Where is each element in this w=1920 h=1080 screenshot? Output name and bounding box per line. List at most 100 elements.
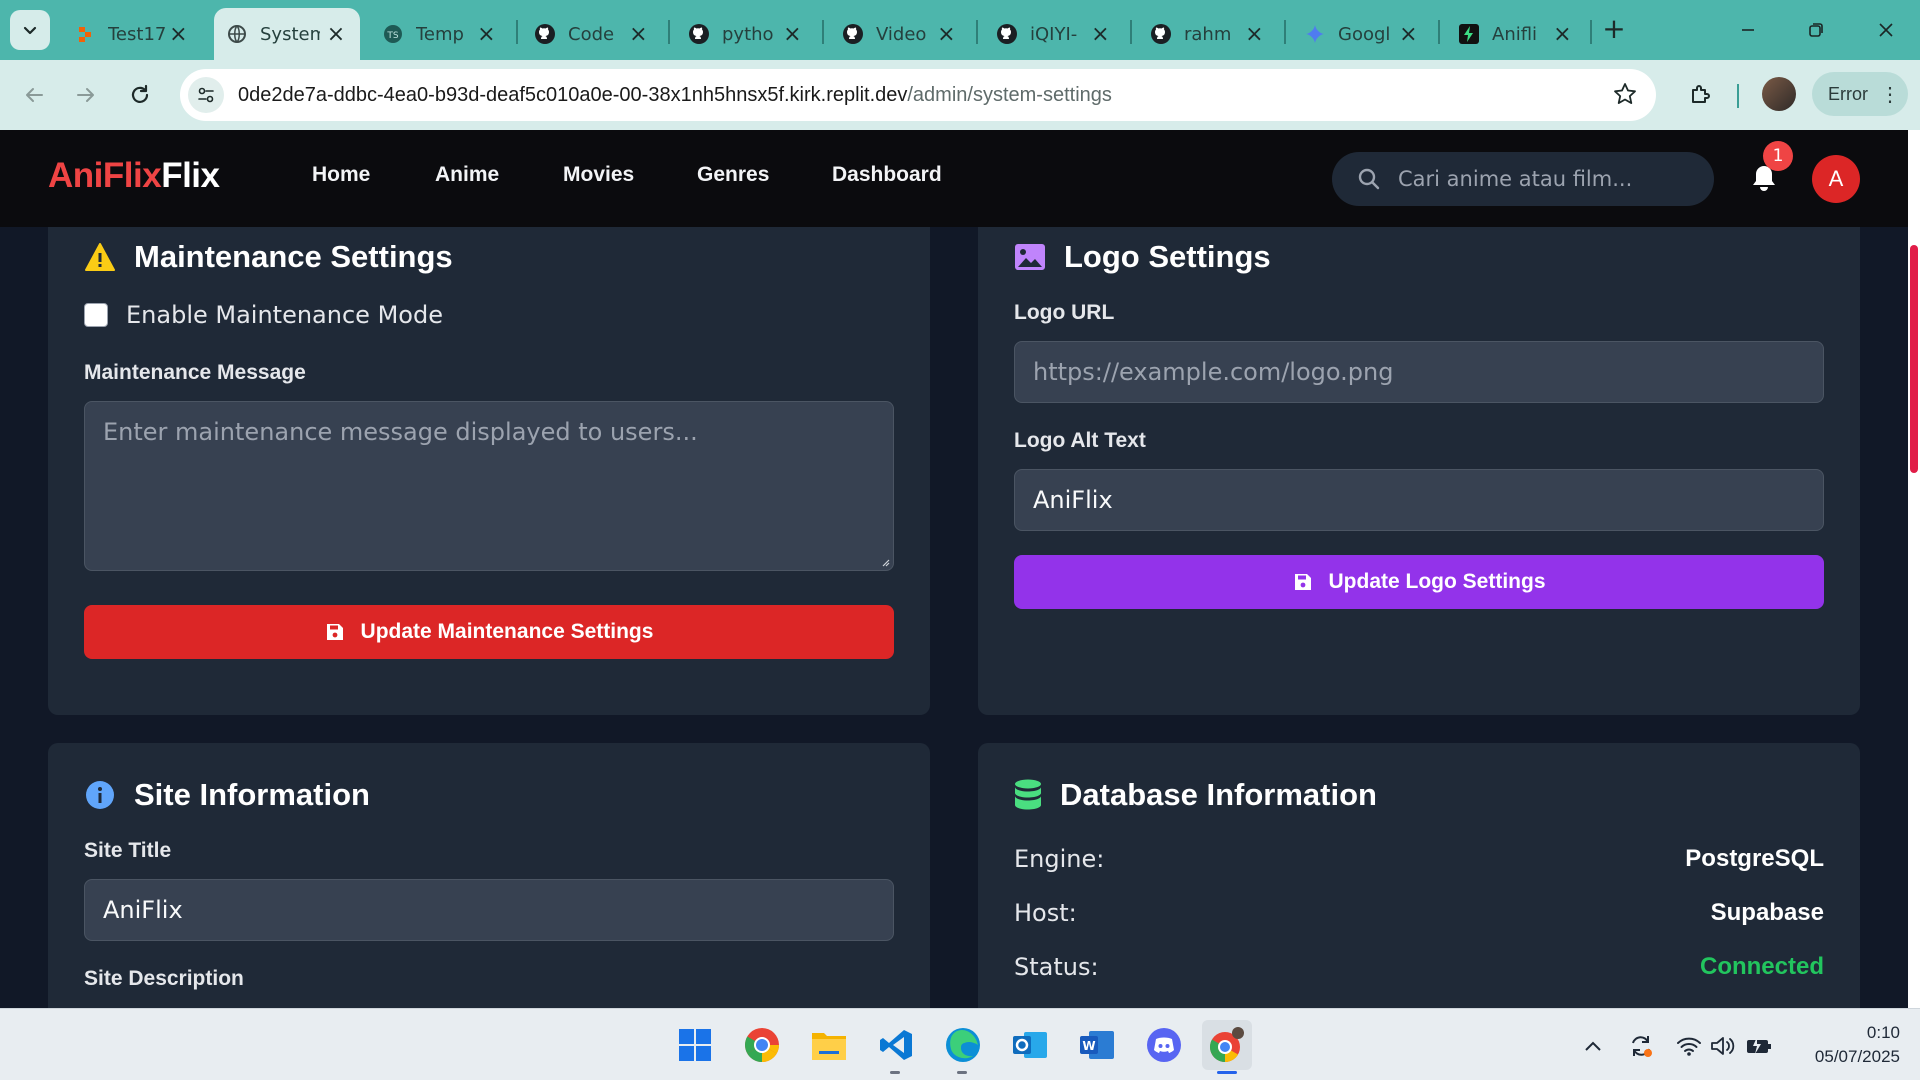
update-logo-button[interactable]: Update Logo Settings — [1014, 555, 1824, 609]
toolbar-divider — [1737, 84, 1739, 108]
nav-link-dashboard[interactable]: Dashboard — [832, 163, 942, 187]
replit-icon — [74, 23, 96, 45]
close-icon[interactable]: × — [475, 22, 498, 47]
chrome-profile-icon[interactable] — [1202, 1020, 1252, 1070]
brand-logo[interactable]: AniFlixFlix — [48, 156, 220, 196]
update-maintenance-button[interactable]: Update Maintenance Settings — [84, 605, 894, 659]
close-icon[interactable]: × — [324, 22, 348, 47]
app-navbar: AniFlixFlix Home Anime Movies Genres Das… — [0, 130, 1908, 227]
vscode-icon[interactable] — [874, 1023, 918, 1067]
extensions-button[interactable] — [1680, 75, 1720, 115]
browser-tab[interactable]: rahm × — [1138, 8, 1278, 60]
browser-tab[interactable]: Video × — [830, 8, 970, 60]
card-title: Maintenance Settings — [84, 239, 453, 275]
minimize-button[interactable] — [1728, 10, 1768, 50]
bookmark-star-icon[interactable] — [1612, 81, 1638, 111]
browser-tab[interactable]: Anifli × — [1446, 8, 1586, 60]
page-scrollbar-thumb[interactable] — [1910, 245, 1918, 473]
logo-url-label: Logo URL — [1014, 301, 1115, 324]
maintenance-message-textarea[interactable] — [85, 402, 893, 570]
browser-tab-active[interactable]: System × — [214, 8, 360, 60]
nav-link-anime[interactable]: Anime — [435, 163, 499, 187]
chrome-icon[interactable] — [740, 1023, 784, 1067]
edge-icon[interactable] — [941, 1023, 985, 1067]
word-icon[interactable]: W — [1075, 1023, 1119, 1067]
user-avatar[interactable]: A — [1812, 155, 1860, 203]
close-icon[interactable]: × — [167, 22, 190, 47]
maintenance-toggle-row[interactable]: Enable Maintenance Mode — [84, 301, 443, 329]
clock-time: 0:10 — [1866, 1023, 1900, 1042]
restore-icon — [1809, 23, 1823, 37]
nav-link-genres[interactable]: Genres — [697, 163, 769, 187]
tab-title: Code — [568, 23, 615, 45]
error-menu-button[interactable]: Error ⋮ — [1812, 72, 1908, 116]
close-icon[interactable]: × — [935, 22, 958, 47]
db-info-key: Status: — [1014, 953, 1099, 981]
windows-start-icon[interactable] — [673, 1023, 717, 1067]
close-icon[interactable]: × — [1397, 22, 1420, 47]
address-bar[interactable]: 0de2de7a-ddbc-4ea0-b93d-deaf5c010a0e-00-… — [180, 69, 1656, 121]
database-icon — [1014, 779, 1042, 811]
resize-grip-icon[interactable] — [880, 557, 890, 567]
notification-count-badge: 1 — [1763, 141, 1793, 171]
minimize-icon — [1742, 29, 1754, 31]
db-info-row-status: Status: Connected — [1014, 949, 1824, 985]
tab-title: Googl — [1338, 23, 1391, 45]
tab-separator — [822, 20, 824, 44]
reload-button[interactable] — [120, 75, 160, 115]
wifi-icon[interactable] — [1674, 1031, 1704, 1061]
sync-icon[interactable] — [1626, 1031, 1656, 1061]
profile-avatar[interactable] — [1762, 77, 1796, 111]
tab-title: iQIYI- — [1030, 23, 1078, 45]
browser-tab[interactable]: Googl × — [1292, 8, 1432, 60]
running-indicator — [890, 1071, 900, 1074]
tab-separator — [1438, 20, 1440, 44]
close-icon[interactable]: × — [781, 22, 804, 47]
file-explorer-icon[interactable] — [807, 1023, 851, 1067]
volume-icon[interactable] — [1708, 1031, 1738, 1061]
forward-button[interactable] — [66, 75, 106, 115]
site-info-icon[interactable] — [188, 77, 224, 113]
discord-icon[interactable] — [1142, 1023, 1186, 1067]
globe-icon — [226, 23, 248, 45]
battery-icon[interactable] — [1744, 1031, 1774, 1061]
close-icon[interactable]: × — [1243, 22, 1266, 47]
info-icon — [84, 779, 116, 811]
close-icon[interactable]: × — [1089, 22, 1112, 47]
search-input[interactable] — [1398, 167, 1698, 191]
maintenance-mode-checkbox[interactable] — [84, 303, 108, 327]
back-button[interactable] — [14, 75, 54, 115]
database-information-card: Database Information Engine: PostgreSQL … — [978, 743, 1860, 1008]
close-icon[interactable]: × — [627, 22, 650, 47]
site-title-field[interactable]: AniFlix — [84, 879, 894, 941]
logo-url-field[interactable] — [1014, 341, 1824, 403]
logo-url-input[interactable] — [1033, 358, 1805, 386]
browser-tab[interactable]: Test17 × — [62, 8, 202, 60]
chevron-up-icon[interactable] — [1578, 1031, 1608, 1061]
github-icon — [996, 23, 1018, 45]
new-tab-button[interactable]: + — [1598, 14, 1630, 46]
browser-tab[interactable]: iQIYI- × — [984, 8, 1124, 60]
restore-button[interactable] — [1796, 10, 1836, 50]
site-information-title: Site Information — [134, 777, 370, 812]
outlook-icon[interactable] — [1008, 1023, 1052, 1067]
close-window-button[interactable] — [1866, 10, 1906, 50]
browser-tab[interactable]: TS Temp × — [370, 8, 510, 60]
logo-settings-card: Logo Settings Logo URL Logo Alt Text Ani… — [978, 227, 1860, 715]
maintenance-message-field[interactable] — [84, 401, 894, 571]
gemini-icon — [1304, 23, 1326, 45]
search-box[interactable] — [1332, 152, 1714, 206]
browser-tab[interactable]: Code × — [522, 8, 662, 60]
nav-link-movies[interactable]: Movies — [563, 163, 634, 187]
windows-taskbar: W 0:10 05/07/2025 — [0, 1008, 1920, 1080]
clock-date: 05/07/2025 — [1814, 1047, 1900, 1066]
logo-alt-field[interactable]: AniFlix — [1014, 469, 1824, 531]
tab-search-button[interactable] — [10, 10, 50, 50]
close-icon[interactable]: × — [1551, 22, 1574, 47]
save-icon — [1293, 572, 1313, 592]
browser-tab[interactable]: pytho × — [676, 8, 816, 60]
nav-link-home[interactable]: Home — [312, 163, 370, 187]
card-title: Database Information — [1014, 777, 1377, 813]
system-clock[interactable]: 0:10 05/07/2025 — [1790, 1021, 1900, 1069]
logo-alt-label: Logo Alt Text — [1014, 429, 1146, 452]
